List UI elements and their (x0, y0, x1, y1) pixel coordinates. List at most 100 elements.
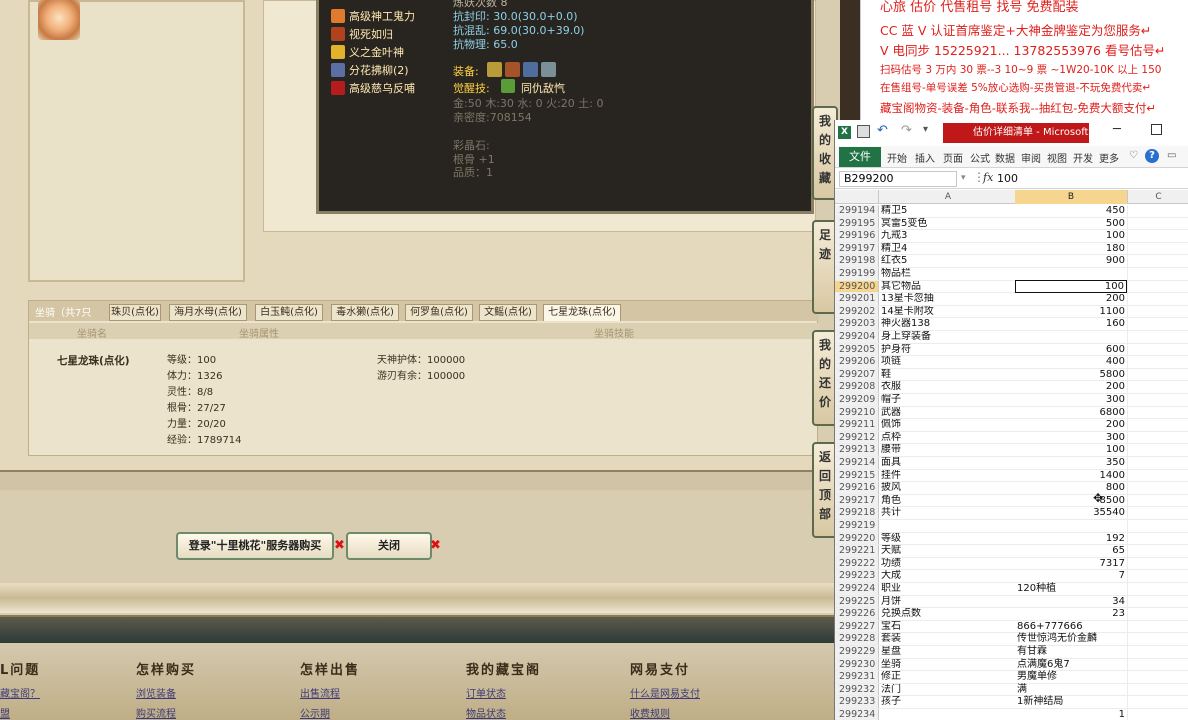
cell-c[interactable] (1127, 494, 1188, 507)
cell-c[interactable] (1127, 255, 1188, 267)
row-number[interactable]: 299232 (835, 683, 879, 696)
cell-b[interactable]: 192 (1015, 533, 1127, 546)
cell-a[interactable]: 星盘 (881, 646, 1015, 659)
column-header-a[interactable]: A (881, 190, 1015, 204)
cell-b[interactable]: 100 (1015, 230, 1127, 243)
row-number[interactable]: 299231 (835, 671, 879, 683)
row-number[interactable]: 299215 (835, 469, 879, 482)
row-number[interactable]: 299214 (835, 457, 879, 469)
undo-icon[interactable]: ↶ (877, 123, 888, 138)
row-number[interactable]: 299216 (835, 482, 879, 494)
cell-a[interactable]: 精卫4 (881, 243, 1015, 256)
row-number[interactable]: 299205 (835, 343, 879, 356)
cell-a[interactable]: 武器 (881, 407, 1015, 420)
cell-b[interactable]: 5800 (1015, 369, 1127, 382)
cell-b[interactable]: 200 (1015, 293, 1127, 306)
cell-a[interactable]: 功绩 (881, 558, 1015, 571)
row-number[interactable]: 299223 (835, 570, 879, 582)
row-number[interactable]: 299210 (835, 406, 879, 419)
cell-b[interactable]: 350 (1015, 457, 1127, 470)
cell-c[interactable] (1127, 394, 1188, 406)
cell-c[interactable] (1127, 482, 1188, 494)
cell-a[interactable]: 佩饰 (881, 419, 1015, 432)
tab-data[interactable]: 数据 (995, 150, 1015, 165)
cell-c[interactable] (1127, 608, 1188, 620)
cell-b[interactable]: 1 (1015, 709, 1127, 720)
cell-b[interactable]: 450 (1015, 205, 1127, 218)
row-number[interactable]: 299218 (835, 507, 879, 519)
cell-c[interactable] (1127, 205, 1188, 217)
cell-b[interactable]: 1100 (1015, 306, 1127, 319)
cell-a[interactable]: 13星卡忽抽 (881, 293, 1015, 306)
cell-a[interactable]: 鞋 (881, 369, 1015, 382)
footer-link[interactable]: 物品状态 (466, 705, 506, 720)
cell-c[interactable] (1127, 595, 1188, 608)
cell-b[interactable]: 866+777666 (1015, 621, 1127, 634)
cell-a[interactable]: 物品栏 (881, 268, 1015, 281)
cell-b[interactable]: 6800 (1015, 407, 1127, 420)
row-number[interactable]: 299198 (835, 255, 879, 267)
footer-link[interactable]: 购买流程 (136, 705, 176, 720)
row-number[interactable]: 299234 (835, 709, 879, 720)
row-number[interactable]: 299202 (835, 305, 879, 318)
cell-a[interactable]: 等级 (881, 533, 1015, 546)
row-number[interactable]: 299220 (835, 532, 879, 545)
cell-a[interactable]: 九戒3 (881, 230, 1015, 243)
row-number[interactable]: 299201 (835, 293, 879, 305)
row-number[interactable]: 299203 (835, 318, 879, 330)
cell-b[interactable]: 34 (1015, 596, 1127, 609)
cell-b[interactable]: 35540 (1015, 507, 1127, 520)
row-number[interactable]: 299226 (835, 608, 879, 620)
cell-a[interactable]: 坐骑 (881, 659, 1015, 672)
cell-b[interactable]: 有甘霖 (1015, 646, 1127, 659)
footer-link[interactable]: 盟 (0, 705, 10, 720)
cell-b[interactable]: 800 (1015, 482, 1127, 495)
cell-c[interactable] (1127, 545, 1188, 557)
cell-c[interactable] (1127, 520, 1188, 532)
row-number[interactable]: 299219 (835, 520, 879, 532)
footer-link[interactable]: 藏宝阁？ (0, 685, 40, 700)
cell-a[interactable]: 面具 (881, 457, 1015, 470)
tab-mount-6[interactable]: 文鳐(点化) (479, 304, 537, 321)
redo-icon[interactable]: ↷ (901, 123, 912, 138)
cell-a[interactable]: 职业 (881, 583, 1015, 596)
footer-link[interactable]: 订单状态 (466, 685, 506, 700)
footer-link[interactable]: 什么是网易支付 (630, 685, 700, 700)
row-number[interactable]: 299204 (835, 331, 879, 343)
cell-b[interactable]: 1新神结局 (1015, 696, 1127, 709)
cell-a[interactable]: 身上穿装备 (881, 331, 1015, 344)
cell-c[interactable] (1127, 583, 1188, 595)
cell-c[interactable] (1127, 381, 1188, 393)
tab-developer[interactable]: 开发 (1073, 150, 1093, 165)
formula-input[interactable]: 100 (997, 172, 1018, 185)
cell-c[interactable] (1127, 331, 1188, 343)
cell-c[interactable] (1127, 242, 1188, 255)
cell-b[interactable]: 1400 (1015, 470, 1127, 483)
tab-insert[interactable]: 插入 (915, 150, 935, 165)
cell-c[interactable] (1127, 419, 1188, 431)
cell-c[interactable] (1127, 444, 1188, 456)
cell-b[interactable]: 满 (1015, 684, 1127, 697)
heart-icon[interactable]: ♡ (1129, 150, 1138, 161)
cell-a[interactable]: 角色 (881, 495, 1015, 508)
row-number[interactable]: 299206 (835, 356, 879, 368)
cell-a[interactable]: 宝石 (881, 621, 1015, 634)
cell-b[interactable]: 300 (1015, 432, 1127, 445)
row-number[interactable]: 299221 (835, 545, 879, 557)
cell-c[interactable] (1127, 658, 1188, 671)
ribbon-collapse-icon[interactable]: ▭ (1167, 150, 1176, 161)
equip-icon[interactable] (505, 62, 520, 77)
cell-c[interactable] (1127, 646, 1188, 658)
row-number[interactable]: 299213 (835, 444, 879, 456)
select-all-corner[interactable] (835, 190, 879, 204)
cell-a[interactable]: 14星卡附攻 (881, 306, 1015, 319)
column-header-c[interactable]: C (1127, 190, 1188, 204)
help-icon[interactable]: ? (1145, 149, 1159, 163)
cell-c[interactable] (1127, 469, 1188, 482)
qat-more-icon[interactable]: ▾ (923, 124, 928, 135)
cell-b[interactable]: 65 (1015, 545, 1127, 558)
cell-b[interactable]: 男魔单修 (1015, 671, 1127, 684)
cell-c[interactable] (1127, 268, 1188, 280)
cell-c[interactable] (1127, 431, 1188, 444)
cell-a[interactable]: 月饼 (881, 596, 1015, 609)
